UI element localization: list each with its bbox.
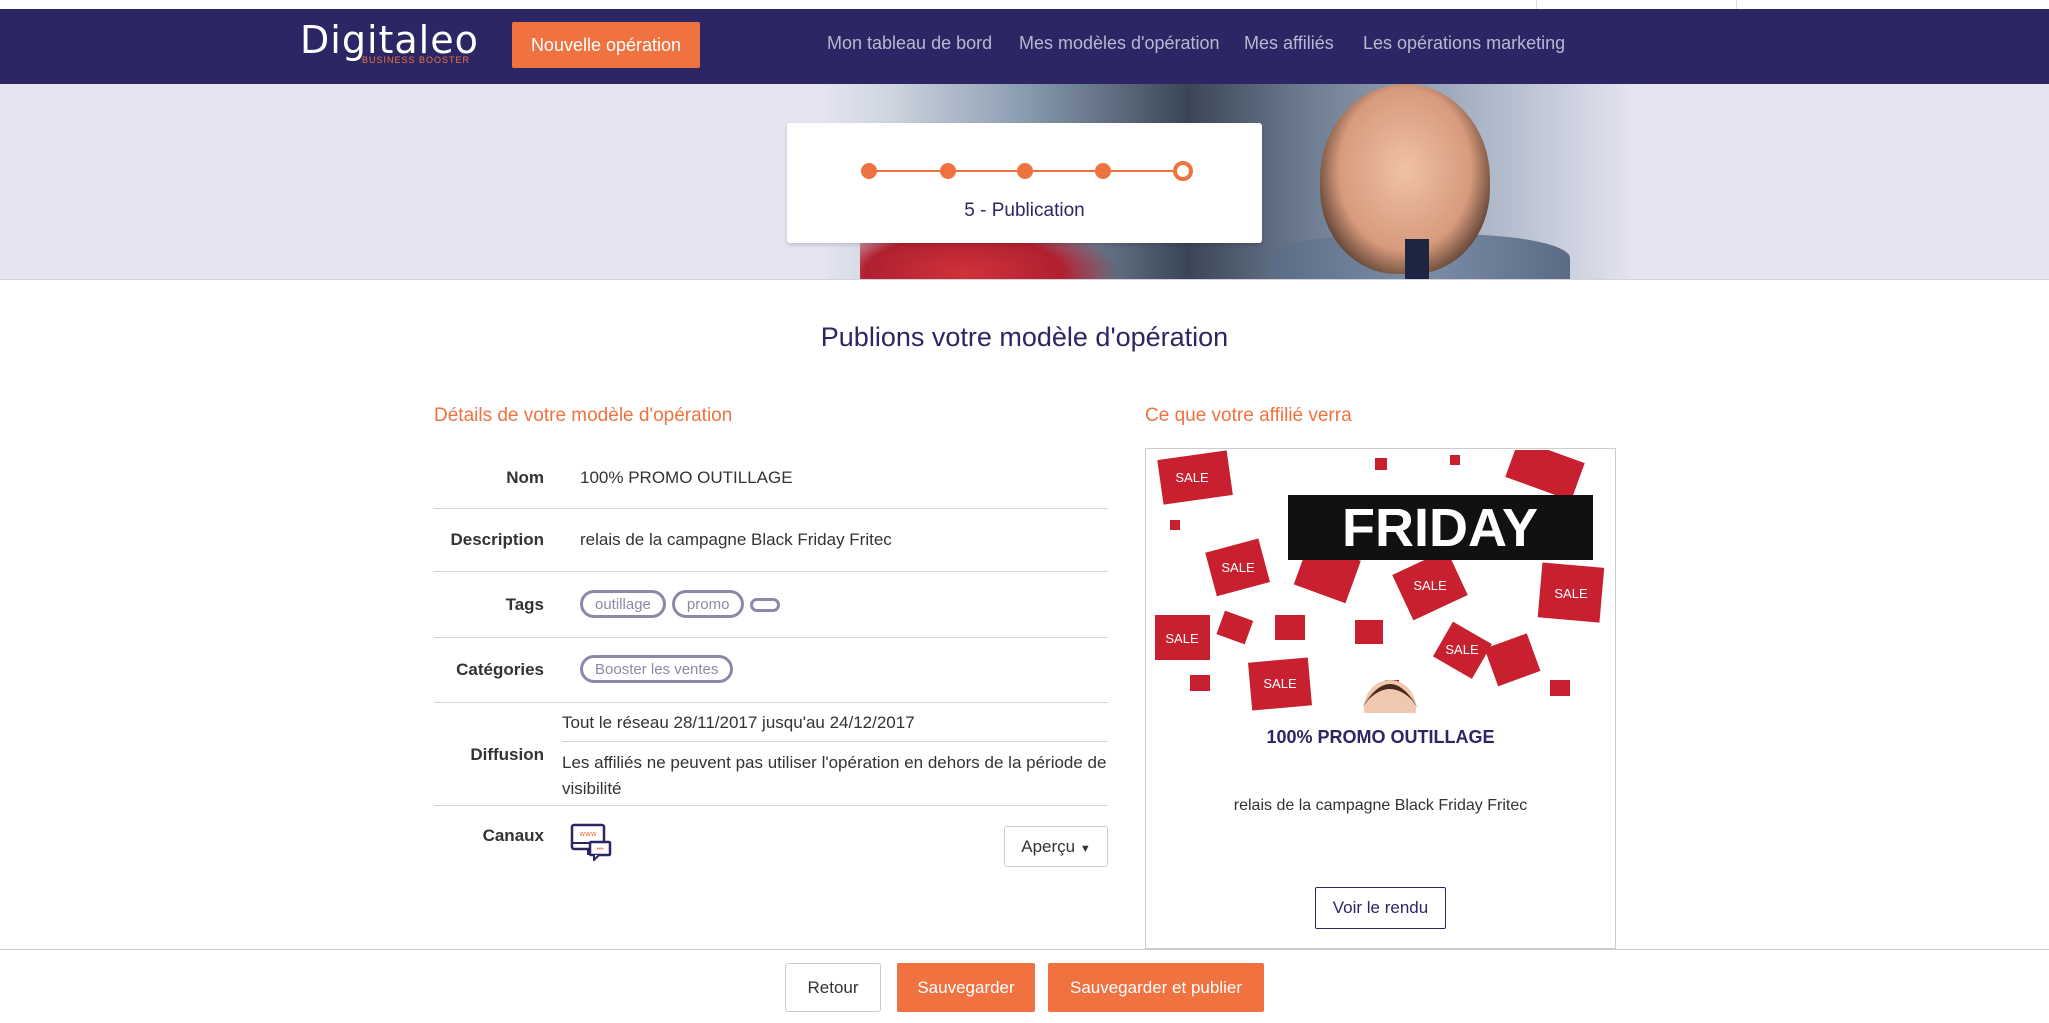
affiliate-preview-card: FRIDAY SALE SALE SALE SALE SALE SALE SALE 100%… bbox=[1145, 448, 1616, 949]
preview-description: relais de la campagne Black Friday Frite… bbox=[1233, 797, 1528, 814]
label-canaux: Canaux bbox=[482, 826, 544, 845]
nav-marketing-operations[interactable]: Les opérations marketing bbox=[1363, 33, 1565, 54]
top-strip bbox=[0, 0, 2049, 9]
tags-list: outillage promo bbox=[580, 590, 786, 618]
categories-list: Booster les ventes bbox=[580, 655, 739, 683]
svg-text:SALE: SALE bbox=[1221, 560, 1255, 575]
caret-down-icon: ▼ bbox=[1079, 842, 1091, 855]
label-description: Description bbox=[450, 530, 544, 549]
svg-text:SALE: SALE bbox=[1175, 470, 1209, 485]
tag-empty bbox=[750, 597, 781, 612]
tag: outillage bbox=[580, 590, 666, 618]
logo-tagline: BUSINESS BOOSTER bbox=[362, 55, 471, 65]
save-and-publish-button[interactable]: Sauvegarder et publier bbox=[1048, 963, 1264, 1012]
divider bbox=[434, 571, 1108, 572]
stepper-card: 5 - Publication bbox=[787, 123, 1262, 243]
back-button[interactable]: Retour bbox=[785, 963, 881, 1012]
svg-text:SALE: SALE bbox=[1554, 586, 1588, 601]
svg-text:SALE: SALE bbox=[1413, 578, 1447, 593]
svg-text:•••: ••• bbox=[596, 846, 604, 853]
step-4[interactable] bbox=[1095, 163, 1111, 179]
label-nom: Nom bbox=[506, 468, 544, 487]
divider bbox=[562, 741, 1108, 742]
value-description: relais de la campagne Black Friday Frite… bbox=[580, 530, 892, 549]
label-diffusion: Diffusion bbox=[470, 745, 544, 764]
svg-text:www: www bbox=[579, 830, 596, 838]
label-categories: Catégories bbox=[456, 660, 544, 679]
label-tags: Tags bbox=[505, 595, 544, 614]
apercu-label: Aperçu bbox=[1021, 836, 1076, 856]
web-chat-icon: www ••• bbox=[570, 823, 612, 861]
divider bbox=[434, 702, 1108, 703]
divider bbox=[434, 637, 1108, 638]
svg-text:SALE: SALE bbox=[1165, 631, 1199, 646]
step-1[interactable] bbox=[861, 163, 877, 179]
category-tag: Booster les ventes bbox=[580, 655, 734, 683]
save-button[interactable]: Sauvegarder bbox=[897, 963, 1035, 1012]
preview-heading: Ce que votre affilié verra bbox=[1145, 405, 1352, 426]
value-nom: 100% PROMO OUTILLAGE bbox=[580, 468, 793, 487]
step-5-current[interactable] bbox=[1173, 161, 1193, 181]
divider bbox=[434, 805, 1108, 806]
page-title: Publions votre modèle d'opération bbox=[820, 322, 1229, 352]
diffusion-rule: Les affiliés ne peuvent pas utiliser l'o… bbox=[562, 753, 1107, 798]
nav-affiliates[interactable]: Mes affiliés bbox=[1244, 33, 1334, 54]
step-label: 5 - Publication bbox=[964, 200, 1085, 221]
preview-image: FRIDAY SALE SALE SALE SALE SALE SALE SALE bbox=[1150, 450, 1611, 713]
nav-models[interactable]: Mes modèles d'opération bbox=[1019, 33, 1220, 54]
step-3[interactable] bbox=[1017, 163, 1033, 179]
nav-dashboard[interactable]: Mon tableau de bord bbox=[827, 33, 992, 54]
step-2[interactable] bbox=[940, 163, 956, 179]
preview-title: 100% PROMO OUTILLAGE bbox=[1266, 727, 1495, 747]
apercu-dropdown-button[interactable]: Aperçu ▼ bbox=[1004, 826, 1108, 867]
details-heading: Détails de votre modèle d'opération bbox=[434, 405, 733, 426]
view-render-button[interactable]: Voir le rendu bbox=[1315, 887, 1446, 929]
svg-text:SALE: SALE bbox=[1445, 642, 1479, 657]
divider bbox=[434, 508, 1108, 509]
svg-text:SALE: SALE bbox=[1263, 676, 1297, 691]
new-operation-button[interactable]: Nouvelle opération bbox=[512, 22, 700, 68]
friday-text: FRIDAY bbox=[1342, 498, 1538, 558]
diffusion-period: Tout le réseau 28/11/2017 jusqu'au 24/12… bbox=[562, 713, 915, 732]
tag: promo bbox=[671, 590, 745, 618]
